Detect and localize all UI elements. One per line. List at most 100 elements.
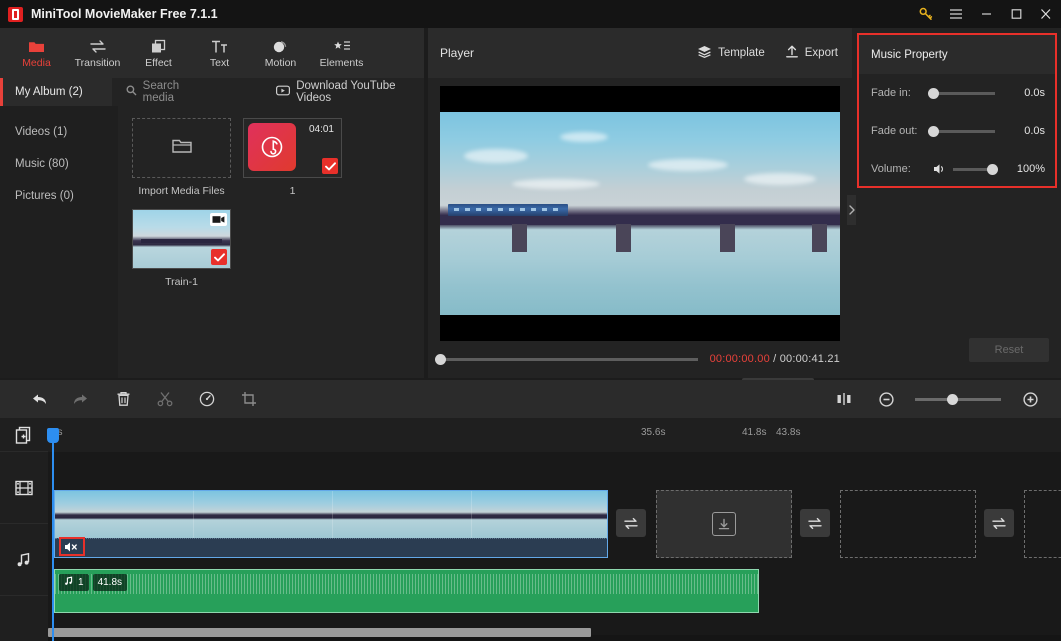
speaker-icon[interactable]	[933, 163, 947, 175]
reset-button[interactable]: Reset	[969, 338, 1049, 362]
import-media-dropzone[interactable]	[132, 118, 231, 178]
playhead[interactable]	[47, 428, 59, 641]
fade-out-row: Fade out: 0.0s	[859, 112, 1055, 150]
tool-label: Media	[22, 57, 51, 69]
tool-text[interactable]: Text	[189, 28, 250, 78]
split-button[interactable]	[144, 380, 186, 418]
panel-collapse-toggle[interactable]	[847, 195, 856, 225]
media-item-thumbnail[interactable]: 04:01	[243, 118, 342, 178]
checkmark-icon[interactable]	[322, 158, 338, 174]
maximize-icon[interactable]	[1001, 0, 1031, 28]
tool-elements[interactable]: Elements	[311, 28, 372, 78]
crop-button[interactable]	[228, 380, 270, 418]
hamburger-menu-icon[interactable]	[941, 0, 971, 28]
tab-my-album[interactable]: My Album (2)	[0, 78, 112, 106]
media-item-duration: 04:01	[308, 124, 334, 135]
template-label: Template	[718, 47, 765, 59]
category-pictures[interactable]: Pictures (0)	[0, 180, 118, 212]
minimize-icon[interactable]	[971, 0, 1001, 28]
template-button[interactable]: Template	[697, 45, 765, 61]
speed-button[interactable]	[186, 380, 228, 418]
scrollbar-thumb[interactable]	[48, 628, 591, 637]
zoom-in-icon[interactable]	[1009, 380, 1051, 418]
key-icon[interactable]	[911, 0, 941, 28]
zoom-out-icon[interactable]	[865, 380, 907, 418]
audio-track[interactable]: 1 41.8s	[48, 559, 1061, 635]
transition-slot-1[interactable]	[616, 509, 646, 537]
audio-clip[interactable]: 1 41.8s	[54, 569, 759, 613]
redo-button[interactable]	[60, 380, 102, 418]
tool-motion[interactable]: Motion	[250, 28, 311, 78]
video-preview[interactable]	[440, 112, 840, 315]
text-tt-icon	[211, 37, 229, 54]
volume-slider[interactable]	[953, 163, 998, 175]
add-media-track-button[interactable]	[0, 418, 48, 452]
player-panel: Player Template Export 00:00:00.00 / 00:…	[428, 28, 852, 399]
video-track-header[interactable]	[0, 452, 48, 524]
export-button[interactable]: Export	[785, 45, 838, 62]
mute-toggle-button[interactable]	[59, 537, 85, 556]
timeline-zoom-slider[interactable]	[915, 393, 1001, 405]
timeline-horizontal-scrollbar[interactable]	[48, 628, 1061, 637]
fade-out-label: Fade out:	[871, 125, 918, 137]
transition-arrows-icon	[89, 37, 107, 54]
video-track[interactable]	[48, 452, 1061, 559]
fade-in-value: 0.0s	[1024, 87, 1045, 99]
fade-out-knob[interactable]	[928, 125, 939, 137]
timeline-toolbar	[0, 380, 1061, 418]
split-view-icon[interactable]	[823, 380, 865, 418]
cloud-shape	[560, 132, 608, 143]
window-controls	[911, 0, 1061, 28]
app-window: MiniTool MovieMaker Free 7.1.1 Media Tra…	[0, 0, 1061, 641]
volume-row: Volume: 100%	[859, 150, 1055, 188]
close-icon[interactable]	[1031, 0, 1061, 28]
star-list-icon	[333, 37, 351, 54]
download-youtube-button[interactable]: Download YouTube Videos	[276, 80, 424, 104]
app-logo-icon	[8, 6, 23, 22]
media-item-thumbnail[interactable]	[132, 209, 231, 269]
search-input[interactable]: Search media	[126, 80, 209, 104]
media-grid-pane: Import Media Files 04:01 1 Train-1	[118, 106, 424, 378]
seek-slider[interactable]	[435, 353, 698, 365]
export-upload-icon	[785, 45, 799, 62]
fade-in-row: Fade in: 0.0s	[859, 74, 1055, 112]
category-music[interactable]: Music (80)	[0, 148, 118, 180]
fade-in-slider[interactable]	[928, 87, 995, 99]
media-item-video[interactable]: Train-1	[132, 209, 231, 288]
media-tabs-bar: My Album (2) Search media Download YouTu…	[0, 78, 424, 106]
folder-open-icon	[171, 137, 193, 160]
media-dropzone-3[interactable]	[1024, 490, 1061, 558]
search-icon	[126, 85, 137, 99]
media-item-music[interactable]: 04:01 1	[243, 118, 342, 197]
tool-transition[interactable]: Transition	[67, 28, 128, 78]
video-clip[interactable]	[54, 490, 608, 558]
media-dropzone-1[interactable]	[656, 490, 792, 558]
transition-slot-2[interactable]	[800, 509, 830, 537]
fade-in-knob[interactable]	[928, 87, 939, 99]
download-youtube-label: Download YouTube Videos	[296, 80, 396, 104]
fade-out-slider[interactable]	[928, 125, 995, 137]
delete-button[interactable]	[102, 380, 144, 418]
search-placeholder-text: Search media	[142, 80, 180, 104]
youtube-download-icon	[276, 85, 291, 99]
category-videos[interactable]: Videos (1)	[0, 116, 118, 148]
import-media-cell[interactable]: Import Media Files	[132, 118, 231, 197]
checkmark-icon[interactable]	[211, 249, 227, 265]
track-headers	[0, 418, 48, 641]
cloud-shape	[648, 158, 728, 171]
tool-effect[interactable]: Effect	[128, 28, 189, 78]
media-dropzone-2[interactable]	[840, 490, 976, 558]
video-camera-icon	[210, 213, 227, 226]
timeline-zoom-knob[interactable]	[946, 393, 958, 405]
timeline-ruler[interactable]: 0s 35.6s 41.8s 43.8s	[48, 418, 1061, 452]
seek-knob[interactable]	[435, 353, 446, 365]
undo-button[interactable]	[18, 380, 60, 418]
player-title: Player	[440, 46, 475, 60]
volume-knob[interactable]	[987, 163, 998, 175]
category-label: Pictures (0)	[15, 190, 74, 202]
transition-slot-3[interactable]	[984, 509, 1014, 537]
tool-media[interactable]: Media	[6, 28, 67, 78]
audio-track-header[interactable]	[0, 524, 48, 596]
motion-sphere-icon	[272, 37, 289, 54]
video-clip-thumbnails	[55, 491, 607, 539]
